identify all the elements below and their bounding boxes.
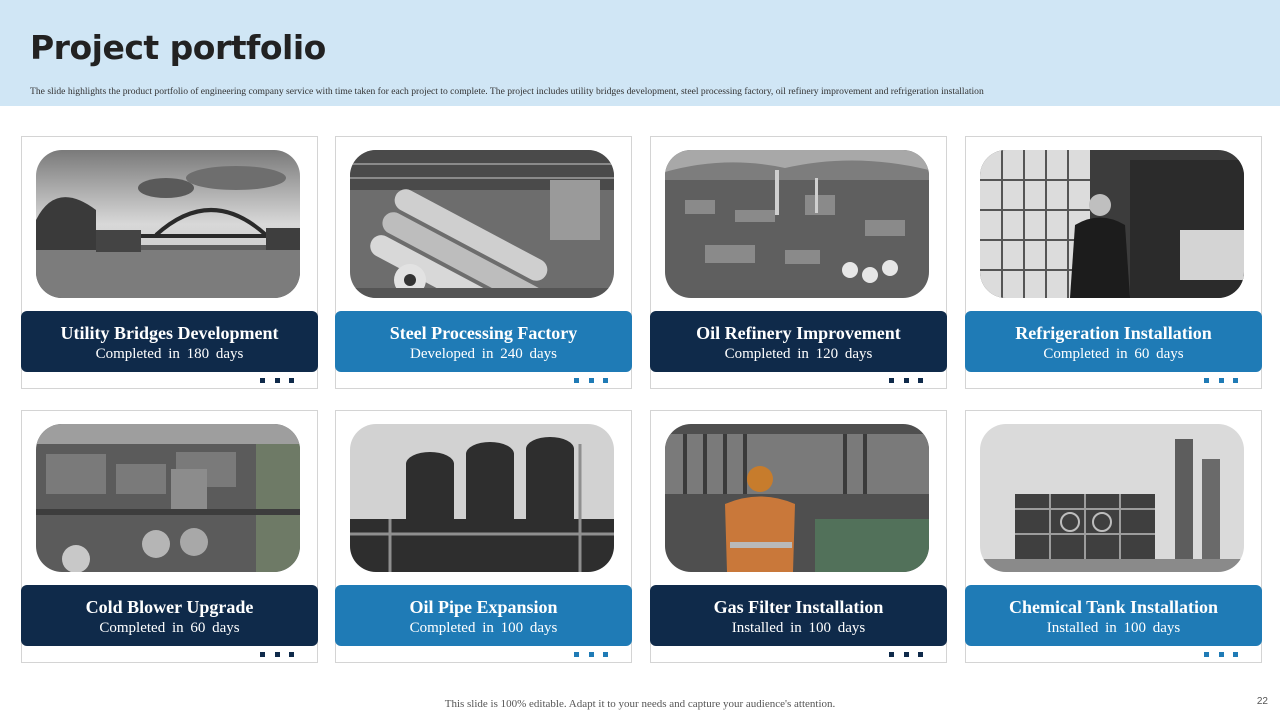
- project-title: Oil Pipe Expansion: [409, 597, 558, 617]
- cold-blower-photo: [36, 424, 300, 572]
- project-label-band: Refrigeration Installation Completed in …: [965, 311, 1262, 372]
- chemical-tank-photo: [980, 424, 1244, 572]
- project-duration: Completed in 180 days: [95, 346, 244, 362]
- project-duration: Developed in 240 days: [410, 346, 557, 362]
- project-label-band: Steel Processing Factory Developed in 24…: [335, 311, 632, 372]
- project-title: Cold Blower Upgrade: [85, 597, 254, 617]
- header-banner: Project portfolio The slide highlights t…: [0, 0, 1280, 106]
- gas-filter-photo: [665, 424, 929, 572]
- footer-note: This slide is 100% editable. Adapt it to…: [444, 698, 836, 710]
- dots-icon: [260, 652, 294, 658]
- project-card-chemical-tank[interactable]: Chemical Tank Installation Installed in …: [965, 410, 1262, 663]
- project-label-band: Gas Filter Installation Installed in 100…: [650, 585, 947, 646]
- dots-icon: [889, 652, 923, 658]
- project-duration: Installed in 100 days: [731, 620, 866, 636]
- project-label-band: Cold Blower Upgrade Completed in 60 days: [21, 585, 318, 646]
- page-title: Project portfolio: [30, 28, 326, 67]
- refrigeration-photo: [980, 150, 1244, 298]
- dots-icon: [1204, 652, 1238, 658]
- project-card-gas-filter[interactable]: Gas Filter Installation Installed in 100…: [650, 410, 947, 663]
- project-title: Steel Processing Factory: [389, 323, 578, 343]
- project-card-oil-pipe[interactable]: Oil Pipe Expansion Completed in 100 days: [335, 410, 632, 663]
- dots-icon: [574, 652, 608, 658]
- project-duration: Completed in 120 days: [724, 346, 873, 362]
- dots-icon: [1204, 378, 1238, 384]
- project-title: Oil Refinery Improvement: [696, 323, 901, 343]
- project-duration: Completed in 100 days: [409, 620, 558, 636]
- project-card-cold-blower[interactable]: Cold Blower Upgrade Completed in 60 days: [21, 410, 318, 663]
- oil-pipe-photo: [350, 424, 614, 572]
- project-card-steel-factory[interactable]: Steel Processing Factory Developed in 24…: [335, 136, 632, 389]
- project-title: Chemical Tank Installation: [1008, 597, 1219, 617]
- project-label-band: Oil Refinery Improvement Completed in 12…: [650, 311, 947, 372]
- project-duration: Installed in 100 days: [1046, 620, 1181, 636]
- project-title: Refrigeration Installation: [1015, 323, 1212, 343]
- project-label-band: Oil Pipe Expansion Completed in 100 days: [335, 585, 632, 646]
- dots-icon: [574, 378, 608, 384]
- oil-refinery-photo: [665, 150, 929, 298]
- project-duration: Completed in 60 days: [1043, 346, 1184, 362]
- project-duration: Completed in 60 days: [99, 620, 240, 636]
- project-card-oil-refinery[interactable]: Oil Refinery Improvement Completed in 12…: [650, 136, 947, 389]
- page-number: 22: [1256, 696, 1268, 707]
- project-title: Utility Bridges Development: [60, 323, 279, 343]
- page-subtitle: The slide highlights the product portfol…: [30, 86, 984, 97]
- project-card-utility-bridges[interactable]: Utility Bridges Development Completed in…: [21, 136, 318, 389]
- bridge-photo: [36, 150, 300, 298]
- project-label-band: Utility Bridges Development Completed in…: [21, 311, 318, 372]
- steel-factory-photo: [350, 150, 614, 298]
- dots-icon: [889, 378, 923, 384]
- project-label-band: Chemical Tank Installation Installed in …: [965, 585, 1262, 646]
- project-title: Gas Filter Installation: [713, 597, 884, 617]
- project-card-refrigeration[interactable]: Refrigeration Installation Completed in …: [965, 136, 1262, 389]
- dots-icon: [260, 378, 294, 384]
